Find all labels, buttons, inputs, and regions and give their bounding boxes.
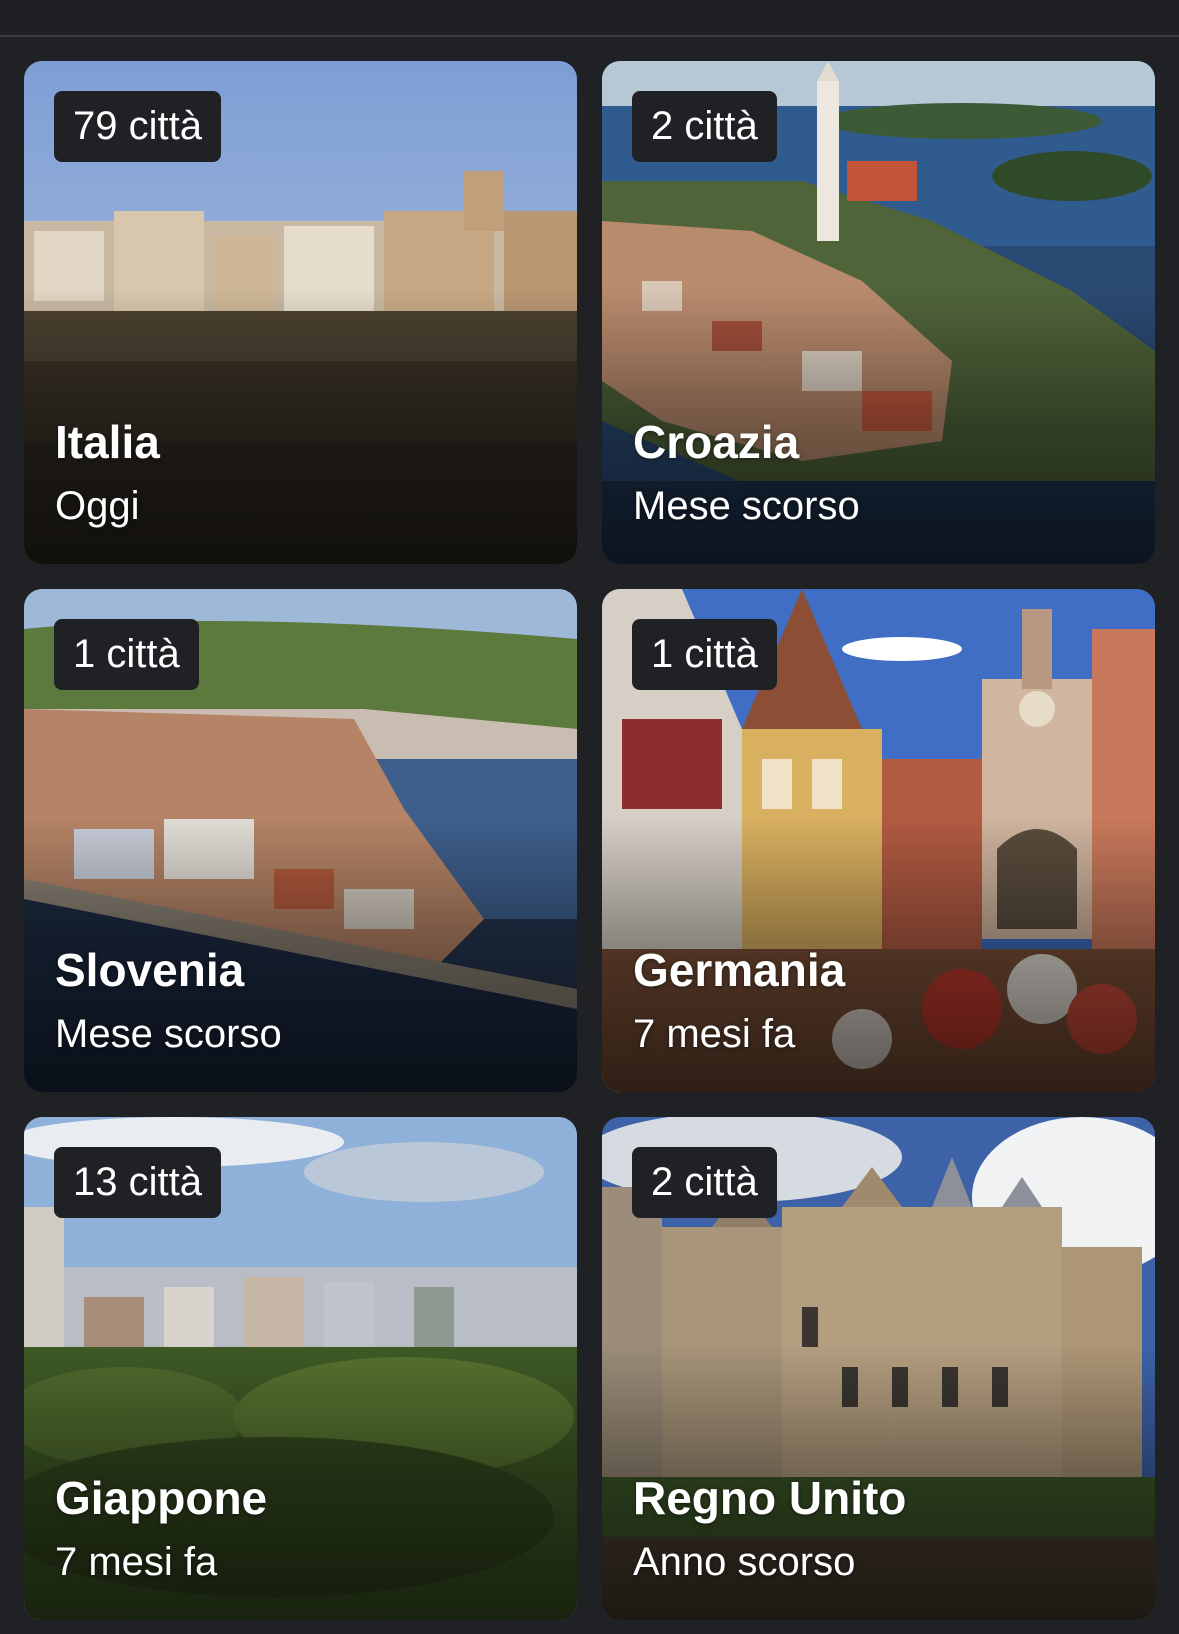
visit-date: 7 mesi fa <box>55 1540 218 1584</box>
visit-date: Mese scorso <box>55 1012 282 1056</box>
visit-date: Oggi <box>55 484 140 528</box>
city-count-badge: 13 città <box>54 1147 221 1218</box>
country-card-giappone[interactable]: 13 città Giappone 7 mesi fa <box>24 1117 577 1620</box>
country-name: Italia <box>55 416 160 468</box>
country-card-croazia[interactable]: 2 città Croazia Mese scorso <box>602 61 1155 564</box>
city-count-badge: 2 città <box>632 91 777 162</box>
country-name: Germania <box>633 944 846 996</box>
country-name: Croazia <box>633 416 800 468</box>
country-grid: 79 città Italia Oggi 2 città Croazia Mes… <box>0 0 1179 1634</box>
country-card-regno-unito[interactable]: 2 città Regno Unito Anno scorso <box>602 1117 1155 1620</box>
visit-date: Mese scorso <box>633 484 860 528</box>
visit-date: 7 mesi fa <box>633 1012 796 1056</box>
city-count-badge: 79 città <box>54 91 221 162</box>
country-card-germania[interactable]: 1 città Germania 7 mesi fa <box>602 589 1155 1092</box>
country-card-slovenia[interactable]: 1 città Slovenia Mese scorso <box>24 589 577 1092</box>
city-count-badge: 1 città <box>54 619 199 690</box>
country-name: Giappone <box>55 1472 268 1524</box>
country-name: Regno Unito <box>633 1472 907 1524</box>
visit-date: Anno scorso <box>633 1540 856 1584</box>
city-count-badge: 2 città <box>632 1147 777 1218</box>
country-card-italia[interactable]: 79 città Italia Oggi <box>24 61 577 564</box>
country-name: Slovenia <box>55 944 245 996</box>
city-count-badge: 1 città <box>632 619 777 690</box>
